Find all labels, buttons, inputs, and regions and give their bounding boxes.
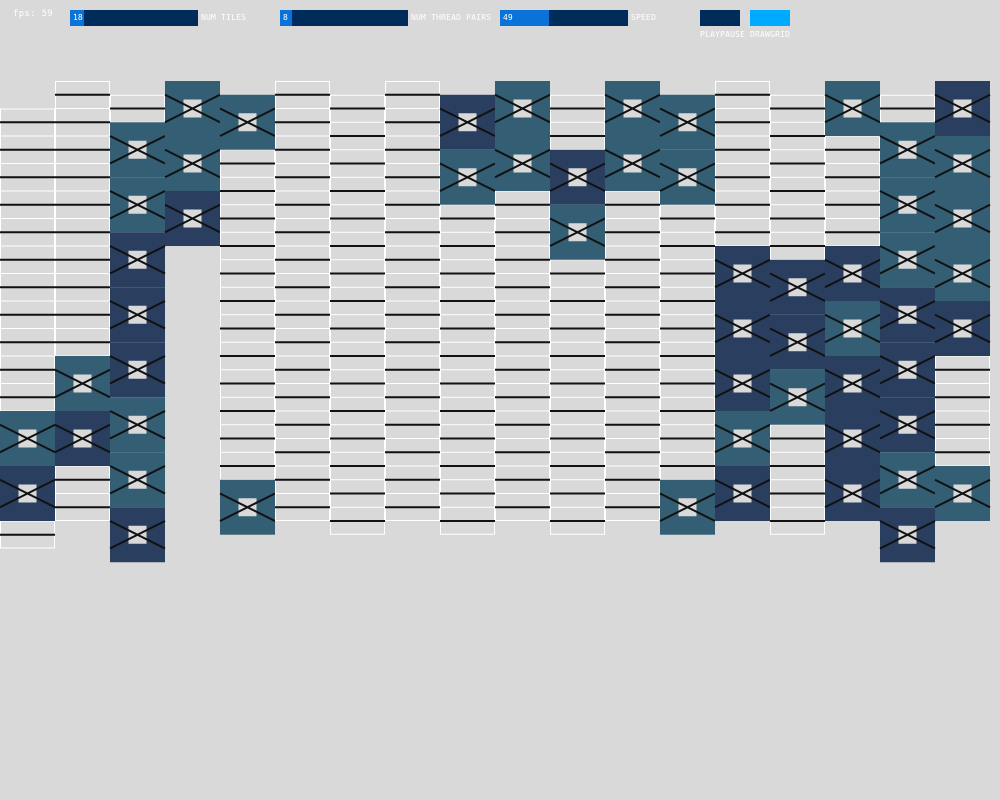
weave-canvas (0, 81, 991, 563)
